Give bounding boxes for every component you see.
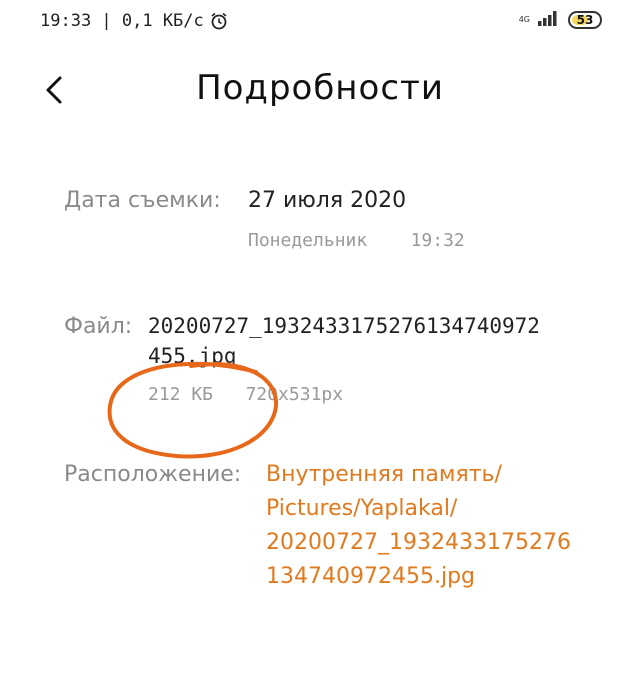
status-indicators: 4G 53 <box>519 10 602 30</box>
location-line: Pictures/Yaplakal/ <box>266 496 458 521</box>
location-label: Расположение: <box>64 462 242 487</box>
date-label: Дата съемки: <box>64 188 221 213</box>
time: 19:32 <box>410 230 465 251</box>
page-title: Подробности <box>196 68 444 108</box>
date-weekday-time: Понедельник 19:32 <box>248 230 465 251</box>
location-line: 20200727_1932433175276 <box>266 530 571 555</box>
alarm-clock-icon <box>210 12 228 30</box>
weekday: Понедельник <box>248 230 368 251</box>
date-value: 27 июля 2020 <box>248 188 407 213</box>
signal-icon <box>538 10 560 30</box>
network-type: 4G <box>518 15 530 24</box>
status-bar: 19:33 | 0,1 КБ/с 4G 53 <box>0 0 640 42</box>
battery-level: 53 <box>576 13 594 27</box>
file-name-line1: 20200727_1932433175276134740972 <box>148 314 540 338</box>
file-resolution: 720x531px <box>245 384 344 405</box>
file-meta: 212 КБ 720x531px <box>148 384 343 405</box>
header: Подробности <box>0 60 640 120</box>
location-line: Внутренняя память/ <box>266 462 502 487</box>
battery-indicator: 53 <box>568 11 602 29</box>
location-value[interactable]: Внутренняя память/ Pictures/Yaplakal/ 20… <box>266 458 571 594</box>
file-name-line2: 455.jpg <box>148 344 237 368</box>
network-indicator: 4G <box>519 16 530 24</box>
file-label: Файл: <box>64 314 133 339</box>
location-line: 134740972455.jpg <box>266 564 475 589</box>
file-size: 212 КБ <box>148 384 214 405</box>
status-time-text: 19:33 | 0,1 КБ/с <box>40 11 204 31</box>
status-time-speed: 19:33 | 0,1 КБ/с <box>40 11 228 31</box>
